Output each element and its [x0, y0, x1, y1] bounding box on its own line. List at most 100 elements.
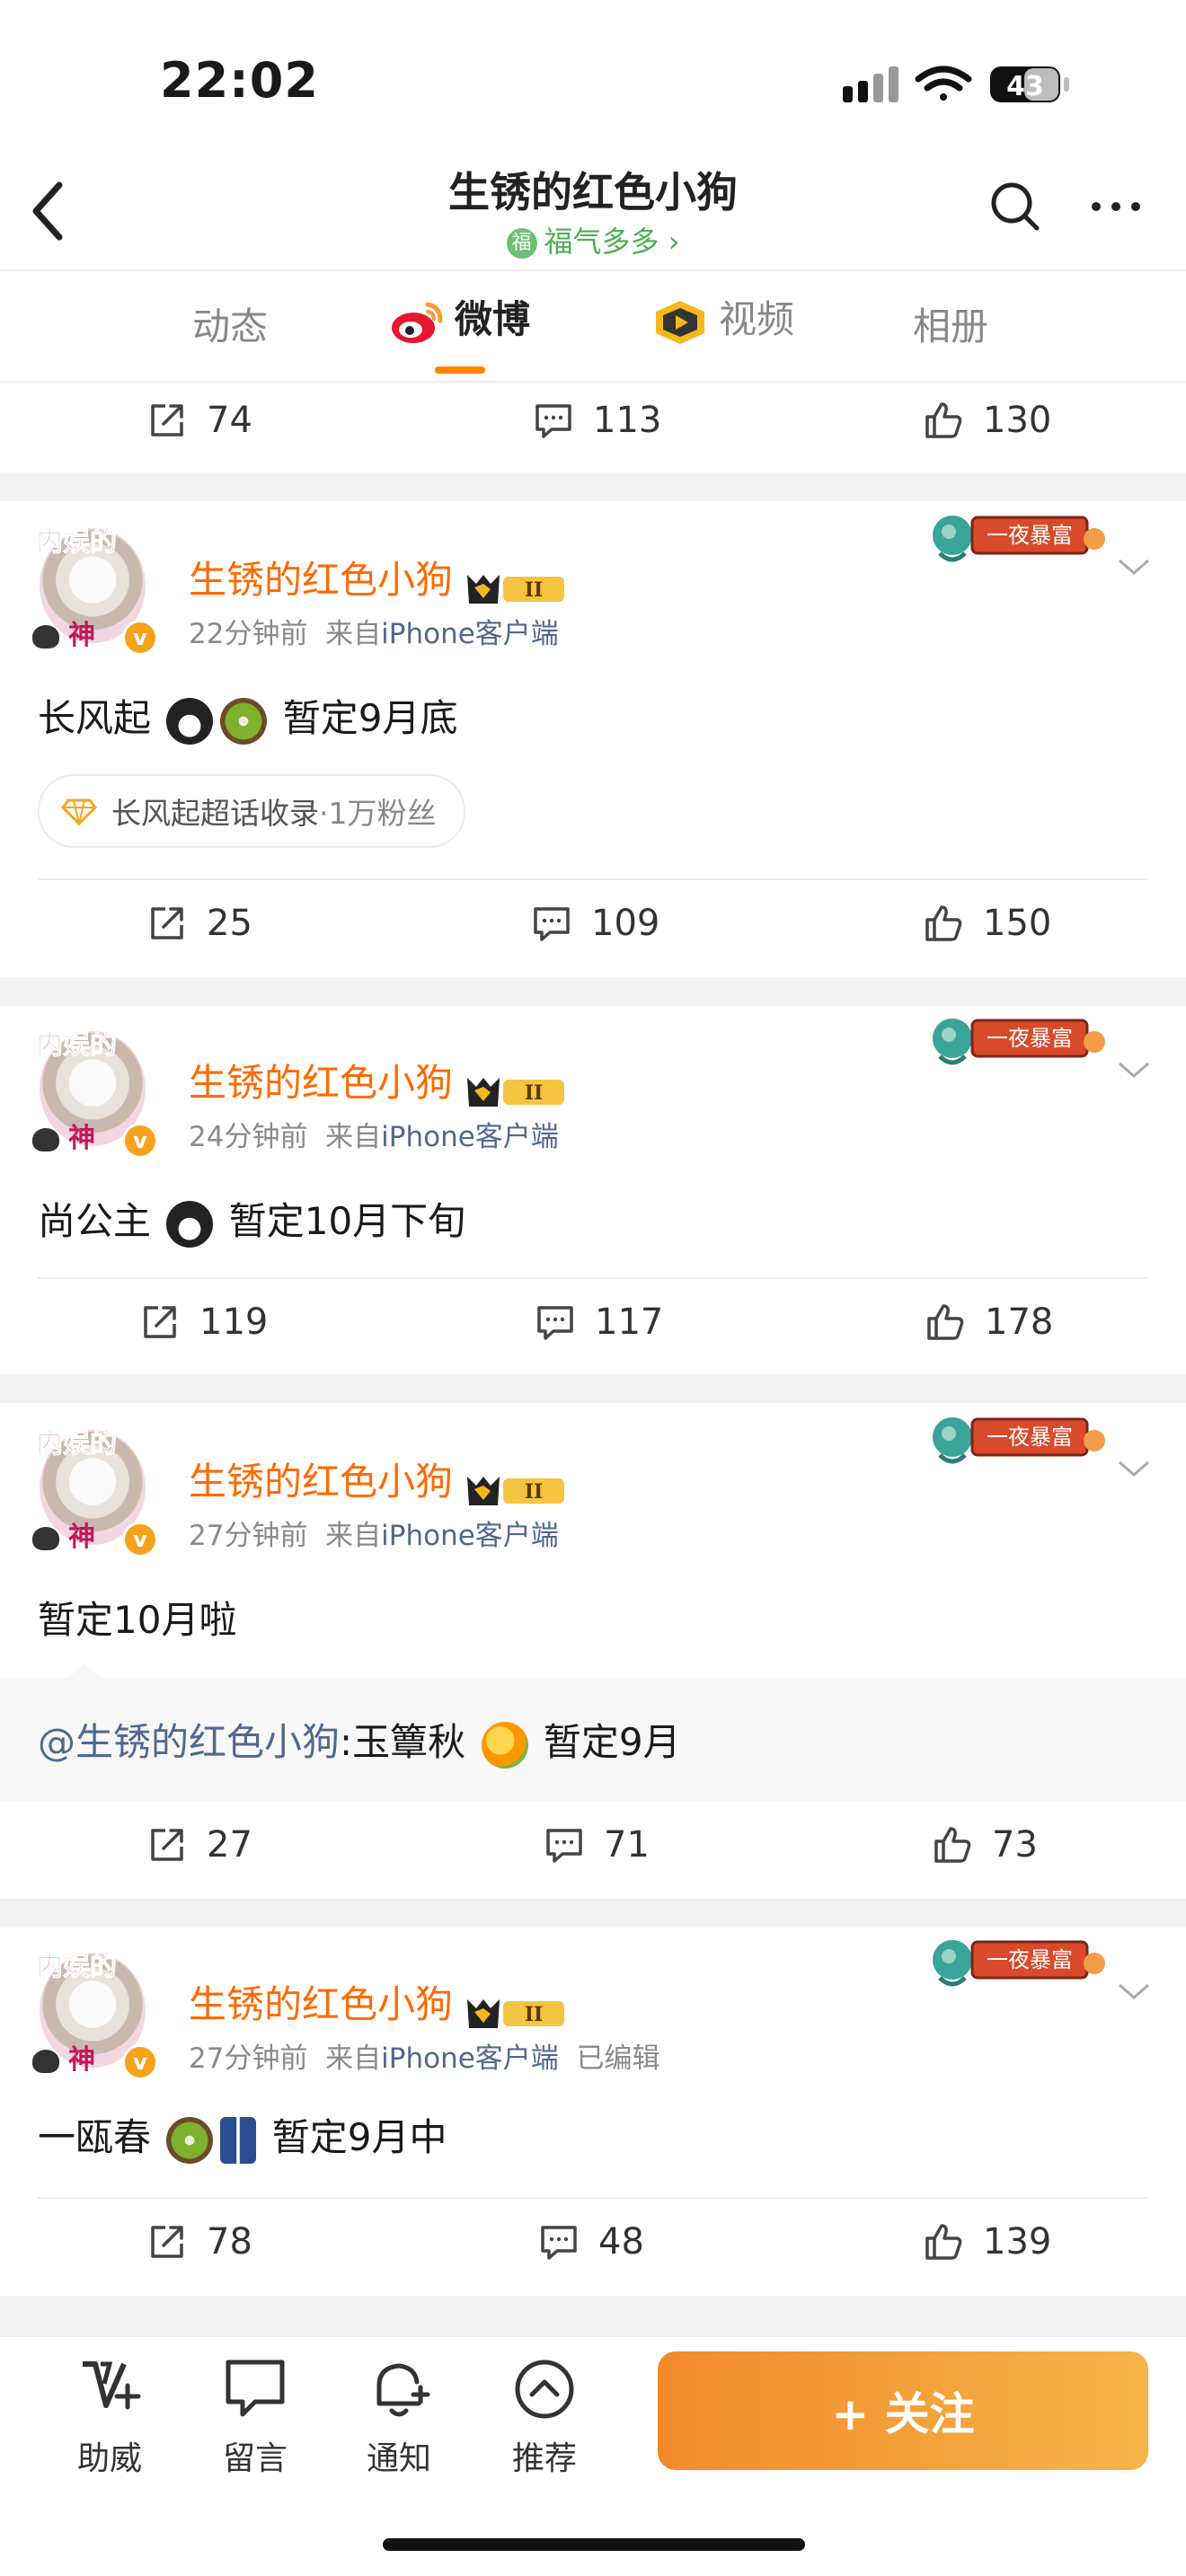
like-icon	[927, 1304, 964, 1340]
battery-icon: 43	[990, 66, 1069, 102]
search-icon[interactable]	[988, 180, 1042, 234]
action-divider	[38, 2197, 1148, 2199]
chevron-down-icon[interactable]	[1114, 1455, 1154, 1482]
post-text-a: 长风起	[38, 696, 152, 740]
like-icon	[925, 2224, 962, 2260]
comment-action[interactable]: 48	[537, 2220, 644, 2263]
tab-active-indicator	[435, 366, 485, 374]
like-action[interactable]: 139	[922, 2220, 1051, 2263]
avatar-text-top: 内娱的	[36, 1029, 118, 1062]
chevron-down-icon[interactable]	[1114, 1978, 1154, 2005]
source-prefix: 来自	[325, 1520, 382, 1552]
svg-text:II: II	[525, 578, 544, 602]
post-header: 生锈的红色小狗 II	[189, 1974, 568, 2032]
comment-action[interactable]: 113	[532, 399, 661, 442]
bottom-bar-divider	[0, 2335, 1186, 2337]
repost-count: 25	[207, 903, 252, 944]
cheer-button[interactable]: 助威	[56, 2353, 164, 2479]
avatar-text-bottom: 神	[68, 1522, 95, 1553]
notify-button[interactable]: 通知	[345, 2353, 453, 2479]
like-count: 73	[992, 1824, 1038, 1866]
comment-count: 71	[604, 1824, 650, 1866]
comment-action[interactable]: 109	[530, 902, 659, 945]
username[interactable]: 生锈的红色小狗	[189, 1460, 453, 1504]
source-prefix: 来自	[325, 618, 382, 650]
weibo-logo-icon	[392, 302, 443, 343]
retweet-text: @生锈的红色小狗:玉簟秋 暂定9月	[38, 1712, 681, 1769]
comment-count: 117	[595, 1301, 664, 1343]
like-count: 150	[983, 903, 1052, 944]
post-header: 生锈的红色小狗 II	[189, 550, 568, 607]
comment-icon	[537, 1306, 573, 1340]
more-icon[interactable]	[1089, 189, 1143, 225]
repost-icon	[151, 907, 183, 940]
svg-text:一夜暴富: 一夜暴富	[987, 1425, 1073, 1450]
repost-count: 119	[199, 1301, 269, 1343]
verified-badge: v	[122, 1522, 158, 1557]
post-source: iPhone客户端	[381, 1121, 559, 1153]
recommend-label: 推荐	[511, 2440, 577, 2477]
penguin-emoji-icon	[166, 697, 214, 745]
fortune-badge: 一夜暴富	[933, 1940, 1105, 1987]
follow-button[interactable]: + 关注	[658, 2351, 1148, 2470]
source-prefix: 来自	[325, 2042, 382, 2075]
avatar[interactable]: 内娱的 神 v	[32, 1944, 158, 2080]
comment-action[interactable]: 71	[543, 1823, 650, 1866]
fortune-badge: 一夜暴富	[933, 1417, 1105, 1464]
username[interactable]: 生锈的红色小狗	[189, 558, 453, 602]
avatar[interactable]: 内娱的 神 v	[32, 519, 158, 656]
cat-icon	[32, 2050, 59, 2073]
recommend-button[interactable]: 推荐	[491, 2353, 598, 2479]
repost-icon	[144, 1306, 176, 1338]
tab-dynamic[interactable]: 动态	[192, 296, 268, 351]
battery-level: 43	[1006, 71, 1044, 102]
comment-count: 48	[598, 2221, 644, 2263]
like-count: 130	[983, 400, 1052, 441]
repost-action[interactable]: 25	[146, 902, 252, 945]
post-source: iPhone客户端	[381, 2042, 559, 2075]
chevron-down-icon[interactable]	[1114, 553, 1154, 580]
feed-gap	[0, 1374, 1186, 1403]
comment-action[interactable]: 117	[534, 1301, 663, 1344]
like-action[interactable]: 73	[931, 1823, 1038, 1866]
avatar[interactable]: 内娱的 神 v	[32, 1421, 158, 1557]
avatar-text-top: 内娱的	[36, 1428, 118, 1460]
repost-action[interactable]: 27	[146, 1823, 252, 1866]
comment-icon	[535, 404, 571, 438]
status-time: 22:02	[160, 52, 319, 109]
post-header: 生锈的红色小狗 II	[189, 1451, 568, 1509]
post-text: 一瓯春 暂定9月中	[38, 2107, 447, 2164]
like-action[interactable]: 130	[922, 399, 1051, 442]
like-icon	[925, 402, 962, 438]
cheer-icon	[83, 2361, 141, 2410]
vip-badge-icon: II	[467, 1077, 565, 1107]
username[interactable]: 生锈的红色小狗	[189, 1982, 453, 2026]
mango-emoji-icon	[481, 1721, 528, 1769]
svg-text:一夜暴富: 一夜暴富	[987, 1947, 1073, 1972]
repost-action[interactable]: 74	[146, 399, 252, 442]
vip-badge-icon: II	[467, 1998, 565, 2028]
comment-icon	[541, 2226, 577, 2260]
like-action[interactable]: 150	[922, 902, 1051, 945]
message-button[interactable]: 留言	[201, 2353, 309, 2479]
repost-action[interactable]: 119	[138, 1301, 268, 1344]
message-label: 留言	[222, 2440, 288, 2477]
tab-album[interactable]: 相册	[913, 296, 988, 351]
supertopic-chip[interactable]: 长风起超话收录 ·1万粉丝	[38, 774, 465, 848]
like-action[interactable]: 178	[924, 1301, 1053, 1344]
post-text-b: 暂定9月中	[271, 2115, 447, 2159]
avatar[interactable]: 内娱的 神 v	[32, 1022, 158, 1159]
username[interactable]: 生锈的红色小狗	[189, 1061, 453, 1105]
post-meta: 27分钟前 来自iPhone客户端	[189, 1513, 559, 1553]
tab-weibo[interactable]: 微博	[388, 289, 530, 346]
repost-icon	[151, 404, 183, 437]
retweet-text-a: :玉簟秋	[340, 1720, 466, 1764]
header-divider	[0, 269, 1186, 271]
mention-link[interactable]: @生锈的红色小狗	[38, 1720, 340, 1764]
svg-text:II: II	[525, 2003, 544, 2026]
repost-action[interactable]: 78	[146, 2220, 252, 2263]
fortune-badge: 一夜暴富	[933, 1019, 1105, 1065]
tab-video[interactable]: 视频	[652, 289, 794, 346]
chevron-down-icon[interactable]	[1114, 1056, 1154, 1083]
fortune-icon: 福	[506, 228, 537, 259]
